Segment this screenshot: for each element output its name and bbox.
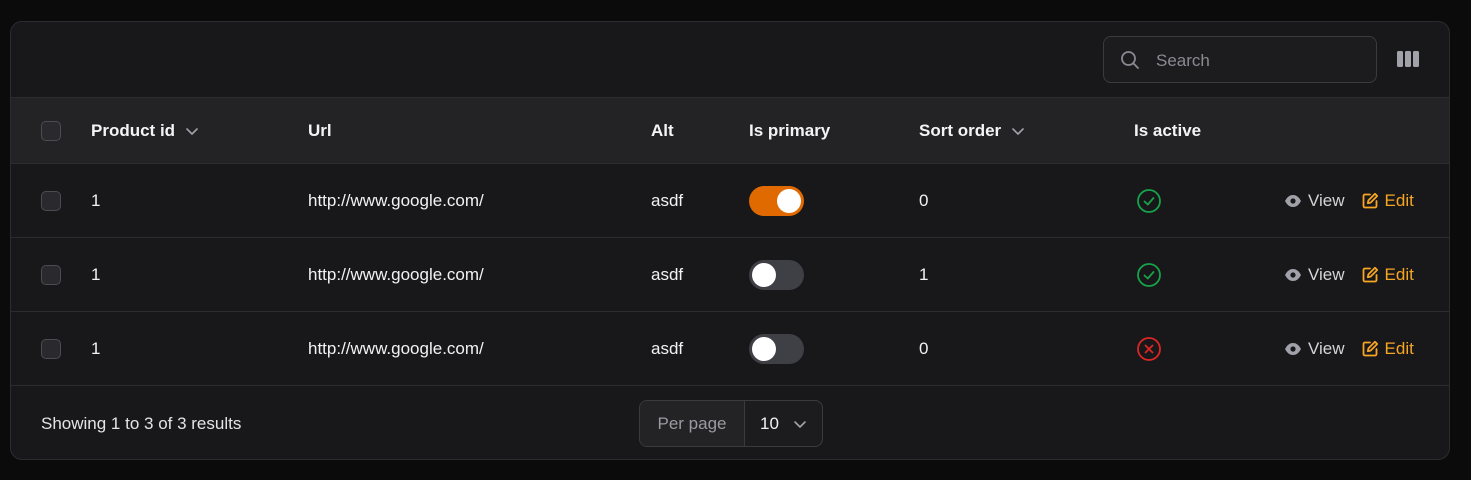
cell-alt: asdf [651, 190, 684, 210]
cell-sort-order: 0 [919, 338, 929, 358]
edit-button[interactable]: Edit [1362, 191, 1414, 211]
header-is-primary-label: Is primary [749, 120, 831, 140]
cell-url: http://www.google.com/ [308, 190, 484, 210]
row-select-cell [41, 164, 61, 237]
per-page-value: 10 [760, 413, 779, 433]
select-all-cell [41, 98, 61, 163]
table-header: Product id Url Alt Is primary Sort order… [11, 98, 1449, 164]
eye-icon [1285, 268, 1301, 281]
cell-is-active [1136, 312, 1162, 385]
edit-button[interactable]: Edit [1362, 339, 1414, 359]
is-primary-toggle[interactable] [749, 185, 804, 216]
header-url-label: Url [308, 120, 332, 140]
toggle-knob [752, 336, 776, 361]
search-icon [1121, 51, 1139, 69]
cell-url: http://www.google.com/ [308, 338, 484, 358]
toggle-knob [777, 188, 801, 213]
cell-alt: asdf [651, 338, 684, 358]
toggle-knob [752, 262, 776, 287]
view-button[interactable]: View [1284, 339, 1345, 359]
cell-is-primary [749, 312, 804, 385]
per-page-control: Per page 10 [639, 400, 823, 447]
row-select-cell [41, 238, 61, 311]
columns-icon [1397, 51, 1419, 67]
chevron-down-icon [186, 127, 198, 135]
table-footer: Showing 1 to 3 of 3 results Per page 10 [11, 386, 1449, 459]
cell-product-id: 1 [91, 264, 101, 284]
view-button[interactable]: View [1284, 265, 1345, 285]
header-alt-label: Alt [651, 120, 674, 140]
cell-actions: View Edit [1284, 238, 1414, 311]
cell-sort-order: 1 [919, 264, 929, 284]
cell-sort-order: 0 [919, 190, 929, 210]
row-checkbox[interactable] [41, 264, 61, 285]
is-primary-toggle[interactable] [749, 333, 804, 364]
edit-label: Edit [1384, 190, 1414, 210]
search-box[interactable] [1103, 36, 1377, 83]
check-circle-icon [1137, 188, 1161, 213]
edit-icon [1362, 340, 1378, 357]
row-checkbox[interactable] [41, 190, 61, 211]
header-sort-order-label: Sort order [919, 120, 1002, 140]
check-circle-icon [1137, 262, 1161, 287]
table-row: 1 http://www.google.com/asdf 0 View Edit [11, 164, 1449, 238]
cell-is-primary [749, 238, 804, 311]
view-label: View [1308, 338, 1345, 358]
view-label: View [1308, 190, 1345, 210]
edit-label: Edit [1384, 338, 1414, 358]
header-is-primary: Is primary [749, 98, 830, 163]
eye-icon [1285, 342, 1301, 355]
cell-product-id: 1 [91, 338, 101, 358]
view-button[interactable]: View [1284, 191, 1345, 211]
table-row: 1 http://www.google.com/asdf 1 View Edit [11, 238, 1449, 312]
pagination-summary: Showing 1 to 3 of 3 results [41, 413, 242, 433]
cell-is-active [1136, 164, 1162, 237]
cell-actions: View Edit [1284, 164, 1414, 237]
header-product-id-label: Product id [91, 120, 176, 140]
header-is-active: Is active [1134, 98, 1201, 163]
view-label: View [1308, 264, 1345, 284]
is-primary-toggle[interactable] [749, 259, 804, 290]
x-circle-icon [1137, 336, 1161, 361]
per-page-label: Per page [640, 401, 745, 446]
header-is-active-label: Is active [1134, 120, 1202, 140]
search-input[interactable] [1154, 45, 1368, 76]
edit-button[interactable]: Edit [1362, 265, 1414, 285]
row-checkbox[interactable] [41, 338, 61, 359]
per-page-select[interactable]: 10 [745, 401, 822, 446]
edit-icon [1362, 266, 1378, 283]
chevron-down-icon [794, 420, 806, 428]
cell-product-id: 1 [91, 190, 101, 210]
cell-is-active [1136, 238, 1162, 311]
header-url: Url [308, 98, 332, 163]
row-select-cell [41, 312, 61, 385]
cell-alt: asdf [651, 264, 684, 284]
table-row: 1 http://www.google.com/asdf 0 View Edit [11, 312, 1449, 386]
table-toolbar [11, 22, 1449, 98]
eye-icon [1285, 194, 1301, 207]
header-product-id[interactable]: Product id [91, 98, 199, 163]
cell-actions: View Edit [1284, 312, 1414, 385]
select-all-checkbox[interactable] [41, 120, 61, 141]
header-sort-order[interactable]: Sort order [919, 98, 1025, 163]
table-panel: Product id Url Alt Is primary Sort order… [10, 21, 1450, 460]
edit-label: Edit [1384, 264, 1414, 284]
cell-url: http://www.google.com/ [308, 264, 484, 284]
header-alt: Alt [651, 98, 674, 163]
edit-icon [1362, 192, 1378, 209]
columns-toggle-button[interactable] [1396, 50, 1422, 70]
chevron-down-icon [1012, 127, 1024, 135]
cell-is-primary [749, 164, 804, 237]
